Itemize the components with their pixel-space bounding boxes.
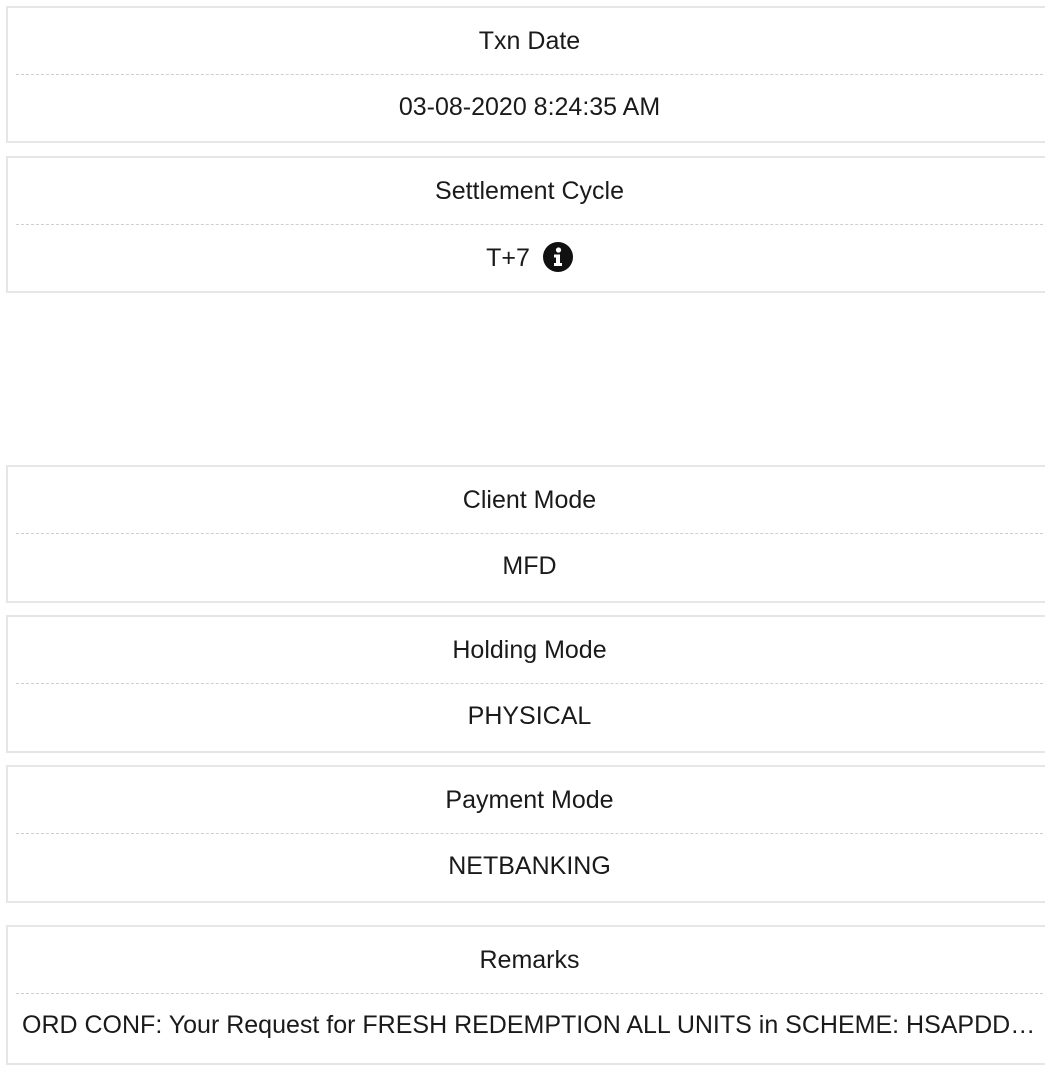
settlement-cycle-value: T+7 [486, 244, 530, 272]
payment-mode-label: Payment Mode [445, 786, 614, 814]
settlement-cycle-label: Settlement Cycle [435, 177, 624, 205]
holding-mode-card: Holding Mode PHYSICAL [6, 615, 1045, 753]
info-icon[interactable] [542, 242, 573, 272]
holding-mode-label: Holding Mode [452, 636, 607, 664]
remarks-label: Remarks [479, 946, 580, 974]
settlement-cycle-card: Settlement Cycle T+7 [6, 156, 1045, 293]
txn-date-card: Txn Date 03-08-2020 8:24:35 AM [6, 6, 1045, 143]
client-mode-label: Client Mode [462, 486, 597, 514]
txn-date-value: 03-08-2020 8:24:35 AM [398, 93, 661, 121]
txn-date-label: Txn Date [478, 27, 581, 55]
client-mode-card: Client Mode MFD [6, 465, 1045, 603]
remarks-value: ORD CONF: Your Request for FRESH REDEMPT… [22, 1011, 1045, 1039]
client-mode-value: MFD [502, 552, 557, 580]
settlement-cycle-value-row: T+7 [8, 225, 1045, 289]
payment-mode-value: NETBANKING [448, 852, 611, 880]
payment-mode-card: Payment Mode NETBANKING [6, 765, 1045, 903]
holding-mode-value: PHYSICAL [467, 702, 592, 730]
remarks-card: Remarks ORD CONF: Your Request for FRESH… [6, 925, 1045, 1065]
